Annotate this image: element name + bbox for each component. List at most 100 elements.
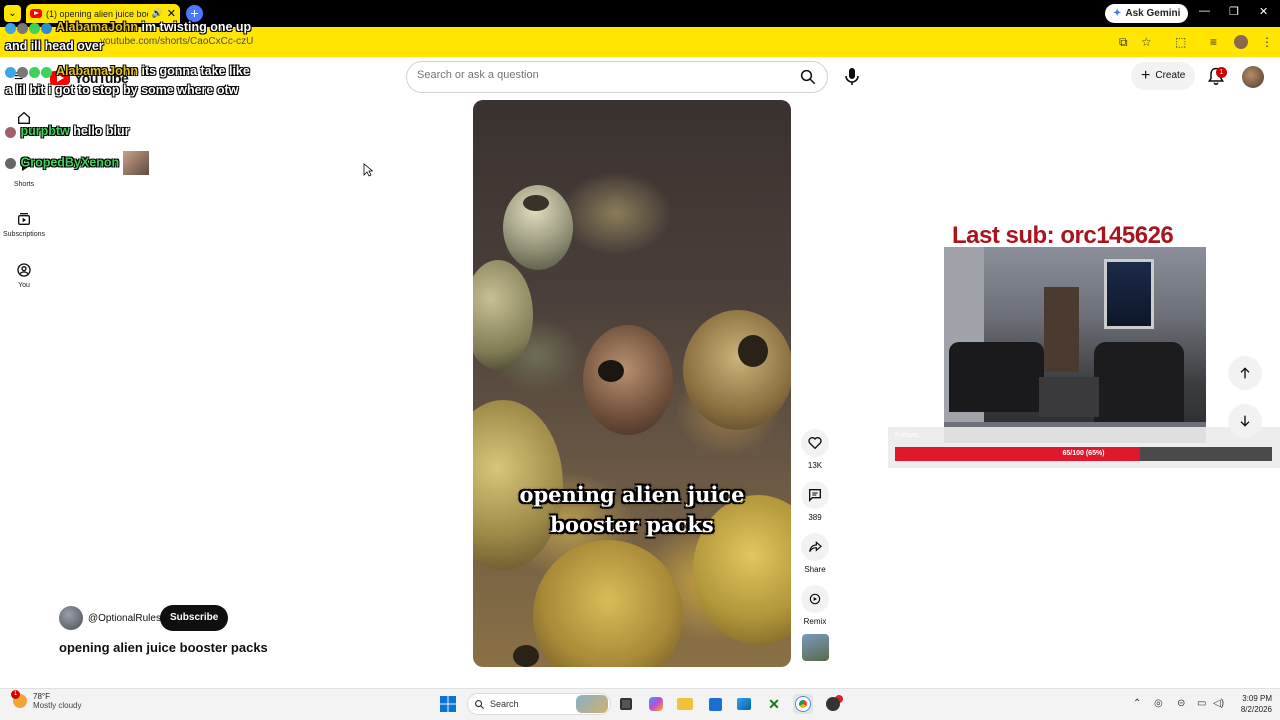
search-bar bbox=[406, 61, 828, 93]
restore-icon[interactable]: ❐ bbox=[1229, 5, 1239, 18]
install-app-icon[interactable]: ⧉ bbox=[1119, 35, 1128, 50]
chrome-icon bbox=[796, 697, 810, 711]
file-explorer-button[interactable] bbox=[675, 694, 695, 714]
remix-label: Remix bbox=[803, 617, 827, 626]
search-icon[interactable] bbox=[799, 68, 817, 86]
remix-button[interactable]: Remix bbox=[801, 585, 829, 626]
create-button[interactable]: + Create bbox=[1131, 62, 1196, 90]
share-arrow-icon bbox=[809, 541, 822, 552]
ask-gemini-label: Ask Gemini bbox=[1125, 8, 1181, 19]
account-avatar[interactable] bbox=[1242, 66, 1264, 88]
follow-goal-text: 65/100 (65%) bbox=[1062, 450, 1105, 457]
video-frame-detail bbox=[583, 325, 673, 435]
follow-goal-label: Follows bbox=[895, 432, 919, 439]
sound-thumbnail[interactable] bbox=[802, 634, 829, 661]
sidebar-label-shorts: Shorts bbox=[13, 181, 35, 188]
weather-widget[interactable]: 1 78°F Mostly cloudy bbox=[11, 690, 82, 710]
search-icon bbox=[475, 700, 485, 710]
search-input[interactable] bbox=[417, 69, 787, 81]
copilot-icon bbox=[649, 697, 663, 711]
voice-search-button[interactable] bbox=[838, 62, 866, 90]
task-view-button[interactable] bbox=[616, 694, 636, 714]
video-frame-detail bbox=[533, 540, 683, 667]
sidebar-label-you: You bbox=[18, 282, 30, 289]
chat-badges-icon bbox=[5, 63, 53, 81]
taskbar-search-label: Search bbox=[490, 699, 519, 709]
comment-icon bbox=[809, 489, 821, 502]
remix-icon bbox=[809, 593, 821, 605]
like-button[interactable]: 13K bbox=[801, 429, 829, 470]
windows-taskbar bbox=[0, 688, 1280, 720]
microphone-tray-icon[interactable]: ⊝ bbox=[1177, 698, 1185, 709]
xbox-icon: ✕ bbox=[768, 695, 780, 712]
start-button[interactable] bbox=[438, 694, 458, 714]
weather-alert-badge: 1 bbox=[11, 690, 20, 699]
video-frame-detail bbox=[738, 335, 768, 367]
sidebar-item-subscriptions[interactable]: Subscriptions bbox=[0, 211, 48, 238]
sidebar-item-you[interactable]: You bbox=[0, 262, 48, 289]
browser-profile-avatar[interactable] bbox=[1234, 35, 1248, 49]
previous-short-button[interactable] bbox=[1228, 356, 1262, 390]
channel-avatar[interactable] bbox=[59, 606, 83, 630]
clock-date: 8/2/2026 bbox=[1240, 705, 1272, 714]
notification-count-badge: 1 bbox=[1216, 67, 1227, 78]
chat-badges-icon bbox=[5, 19, 53, 37]
bookmark-star-icon[interactable]: ☆ bbox=[1141, 35, 1152, 49]
webcam-feed bbox=[944, 247, 1206, 443]
youtube-favicon-icon bbox=[30, 9, 42, 18]
next-short-button[interactable] bbox=[1228, 404, 1262, 438]
subscribe-button[interactable]: Subscribe bbox=[160, 605, 229, 631]
video-frame-detail bbox=[513, 645, 539, 667]
weather-temp: 78°F bbox=[33, 692, 50, 701]
xbox-button[interactable]: ✕ bbox=[764, 694, 784, 714]
share-label: Share bbox=[804, 565, 826, 574]
task-view-icon bbox=[620, 698, 632, 710]
chat-message: AlabamaJohn im twisting one up and ill h… bbox=[5, 18, 255, 55]
comment-count: 389 bbox=[808, 513, 822, 522]
weather-description: Mostly cloudy bbox=[33, 701, 82, 710]
weather-icon: 1 bbox=[11, 690, 27, 708]
outlook-button[interactable] bbox=[734, 694, 754, 714]
create-label: Create bbox=[1155, 70, 1186, 81]
chat-text: hello blur bbox=[73, 124, 130, 138]
shorts-video-player[interactable]: opening alien juice booster packs bbox=[473, 100, 791, 667]
window-close-icon[interactable]: ✕ bbox=[1259, 5, 1268, 18]
heart-icon bbox=[808, 437, 822, 450]
chat-username: GropedByXenon bbox=[20, 155, 120, 170]
copilot-button[interactable] bbox=[646, 694, 666, 714]
network-tray-icon[interactable]: ◎ bbox=[1154, 698, 1163, 709]
chat-emote bbox=[122, 151, 149, 175]
video-frame-detail bbox=[523, 195, 549, 211]
ask-gemini-button[interactable]: ✦ Ask Gemini bbox=[1105, 4, 1189, 23]
volume-tray-icon[interactable]: ◁) bbox=[1213, 698, 1224, 709]
system-clock[interactable]: 3:09 PM 8/2/2026 bbox=[1228, 693, 1272, 715]
you-profile-icon bbox=[17, 263, 31, 277]
video-caption: opening alien juice booster packs bbox=[519, 482, 745, 537]
chat-message: AlabamaJohn its gonna take like a lil bi… bbox=[5, 62, 250, 99]
subscriptions-icon bbox=[18, 213, 30, 225]
obs-icon bbox=[826, 697, 840, 711]
show-hidden-icons-icon[interactable]: ⌃ bbox=[1133, 698, 1141, 709]
minimize-icon[interactable]: — bbox=[1199, 5, 1210, 17]
chat-message: purpbtw hello blur bbox=[5, 122, 130, 141]
channel-handle[interactable]: @OptionalRules bbox=[88, 613, 161, 624]
comments-button[interactable]: 389 bbox=[801, 481, 829, 522]
extensions-icon[interactable]: ⬚ bbox=[1175, 35, 1186, 49]
microphone-icon bbox=[845, 68, 859, 85]
store-button[interactable] bbox=[705, 694, 725, 714]
gemini-sparkle-icon: ✦ bbox=[1113, 8, 1122, 19]
chrome-taskbar-button[interactable] bbox=[793, 694, 813, 714]
media-controls-icon[interactable]: ≡ bbox=[1210, 35, 1217, 49]
share-button[interactable]: Share bbox=[801, 533, 829, 574]
display-tray-icon[interactable]: ▭ bbox=[1197, 698, 1206, 709]
follow-goal-progress: 65/100 (65%) bbox=[895, 447, 1272, 461]
video-frame-detail bbox=[598, 360, 624, 382]
video-title: opening alien juice booster packs bbox=[59, 640, 268, 655]
outlook-icon bbox=[737, 698, 751, 710]
browser-menu-icon[interactable]: ⋮ bbox=[1261, 35, 1273, 49]
chat-message: GropedByXenon bbox=[5, 151, 149, 175]
clock-time: 3:09 PM bbox=[1242, 694, 1272, 703]
obs-button[interactable] bbox=[823, 694, 843, 714]
taskbar-search-box[interactable]: Search bbox=[467, 693, 611, 715]
chat-badges-icon bbox=[5, 154, 17, 172]
